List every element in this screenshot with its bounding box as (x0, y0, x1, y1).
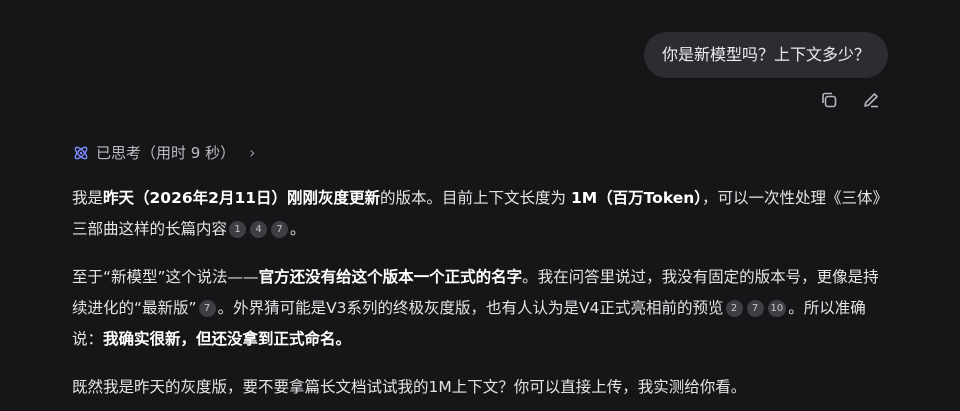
bold-text: 昨天（2026年2月11日）刚刚灰度更新 (103, 189, 381, 207)
answer-paragraph-1: 我是昨天（2026年2月11日）刚刚灰度更新的版本。目前上下文长度为 1M（百万… (72, 189, 881, 238)
message-actions (818, 89, 882, 111)
answer-paragraph-3: 既然我是昨天的灰度版，要不要拿篇长文档试试我的1M上下文？你可以直接上传，我实测… (72, 378, 747, 396)
chevron-right-icon: › (249, 143, 256, 162)
citation-badge[interactable]: 10 (767, 300, 787, 317)
citation-badge[interactable]: 2 (725, 300, 743, 317)
citation-badge[interactable]: 7 (746, 300, 764, 317)
answer-paragraph-2: 至于“新模型”这个说法——官方还没有给这个版本一个正式的名字。我在问答里说过，我… (72, 268, 879, 348)
atom-icon (72, 144, 90, 162)
edit-icon[interactable] (860, 89, 882, 111)
citation-badge[interactable]: 7 (198, 300, 216, 317)
copy-icon[interactable] (818, 89, 840, 111)
citation-badge[interactable]: 4 (250, 221, 268, 238)
thinking-label: 已思考（用时 9 秒） (96, 144, 236, 162)
assistant-answer: 我是昨天（2026年2月11日）刚刚灰度更新的版本。目前上下文长度为 1M（百万… (72, 183, 888, 411)
chat-page: 你是新模型吗？上下文多少？ 已思考（用时 9 秒） › 我是昨天（2026年2月… (0, 0, 960, 411)
thinking-toggle[interactable]: 已思考（用时 9 秒） › (72, 142, 256, 163)
citation-badge[interactable]: 1 (229, 221, 247, 238)
bold-text: 我确实很新，但还没拿到正式命名。 (103, 330, 352, 348)
bold-text: 官方还没有给这个版本一个正式的名字 (258, 268, 523, 286)
bold-text: 1M（百万Token） (570, 189, 703, 207)
citation-badge[interactable]: 7 (271, 221, 289, 238)
user-message-bubble: 你是新模型吗？上下文多少？ (643, 32, 888, 78)
